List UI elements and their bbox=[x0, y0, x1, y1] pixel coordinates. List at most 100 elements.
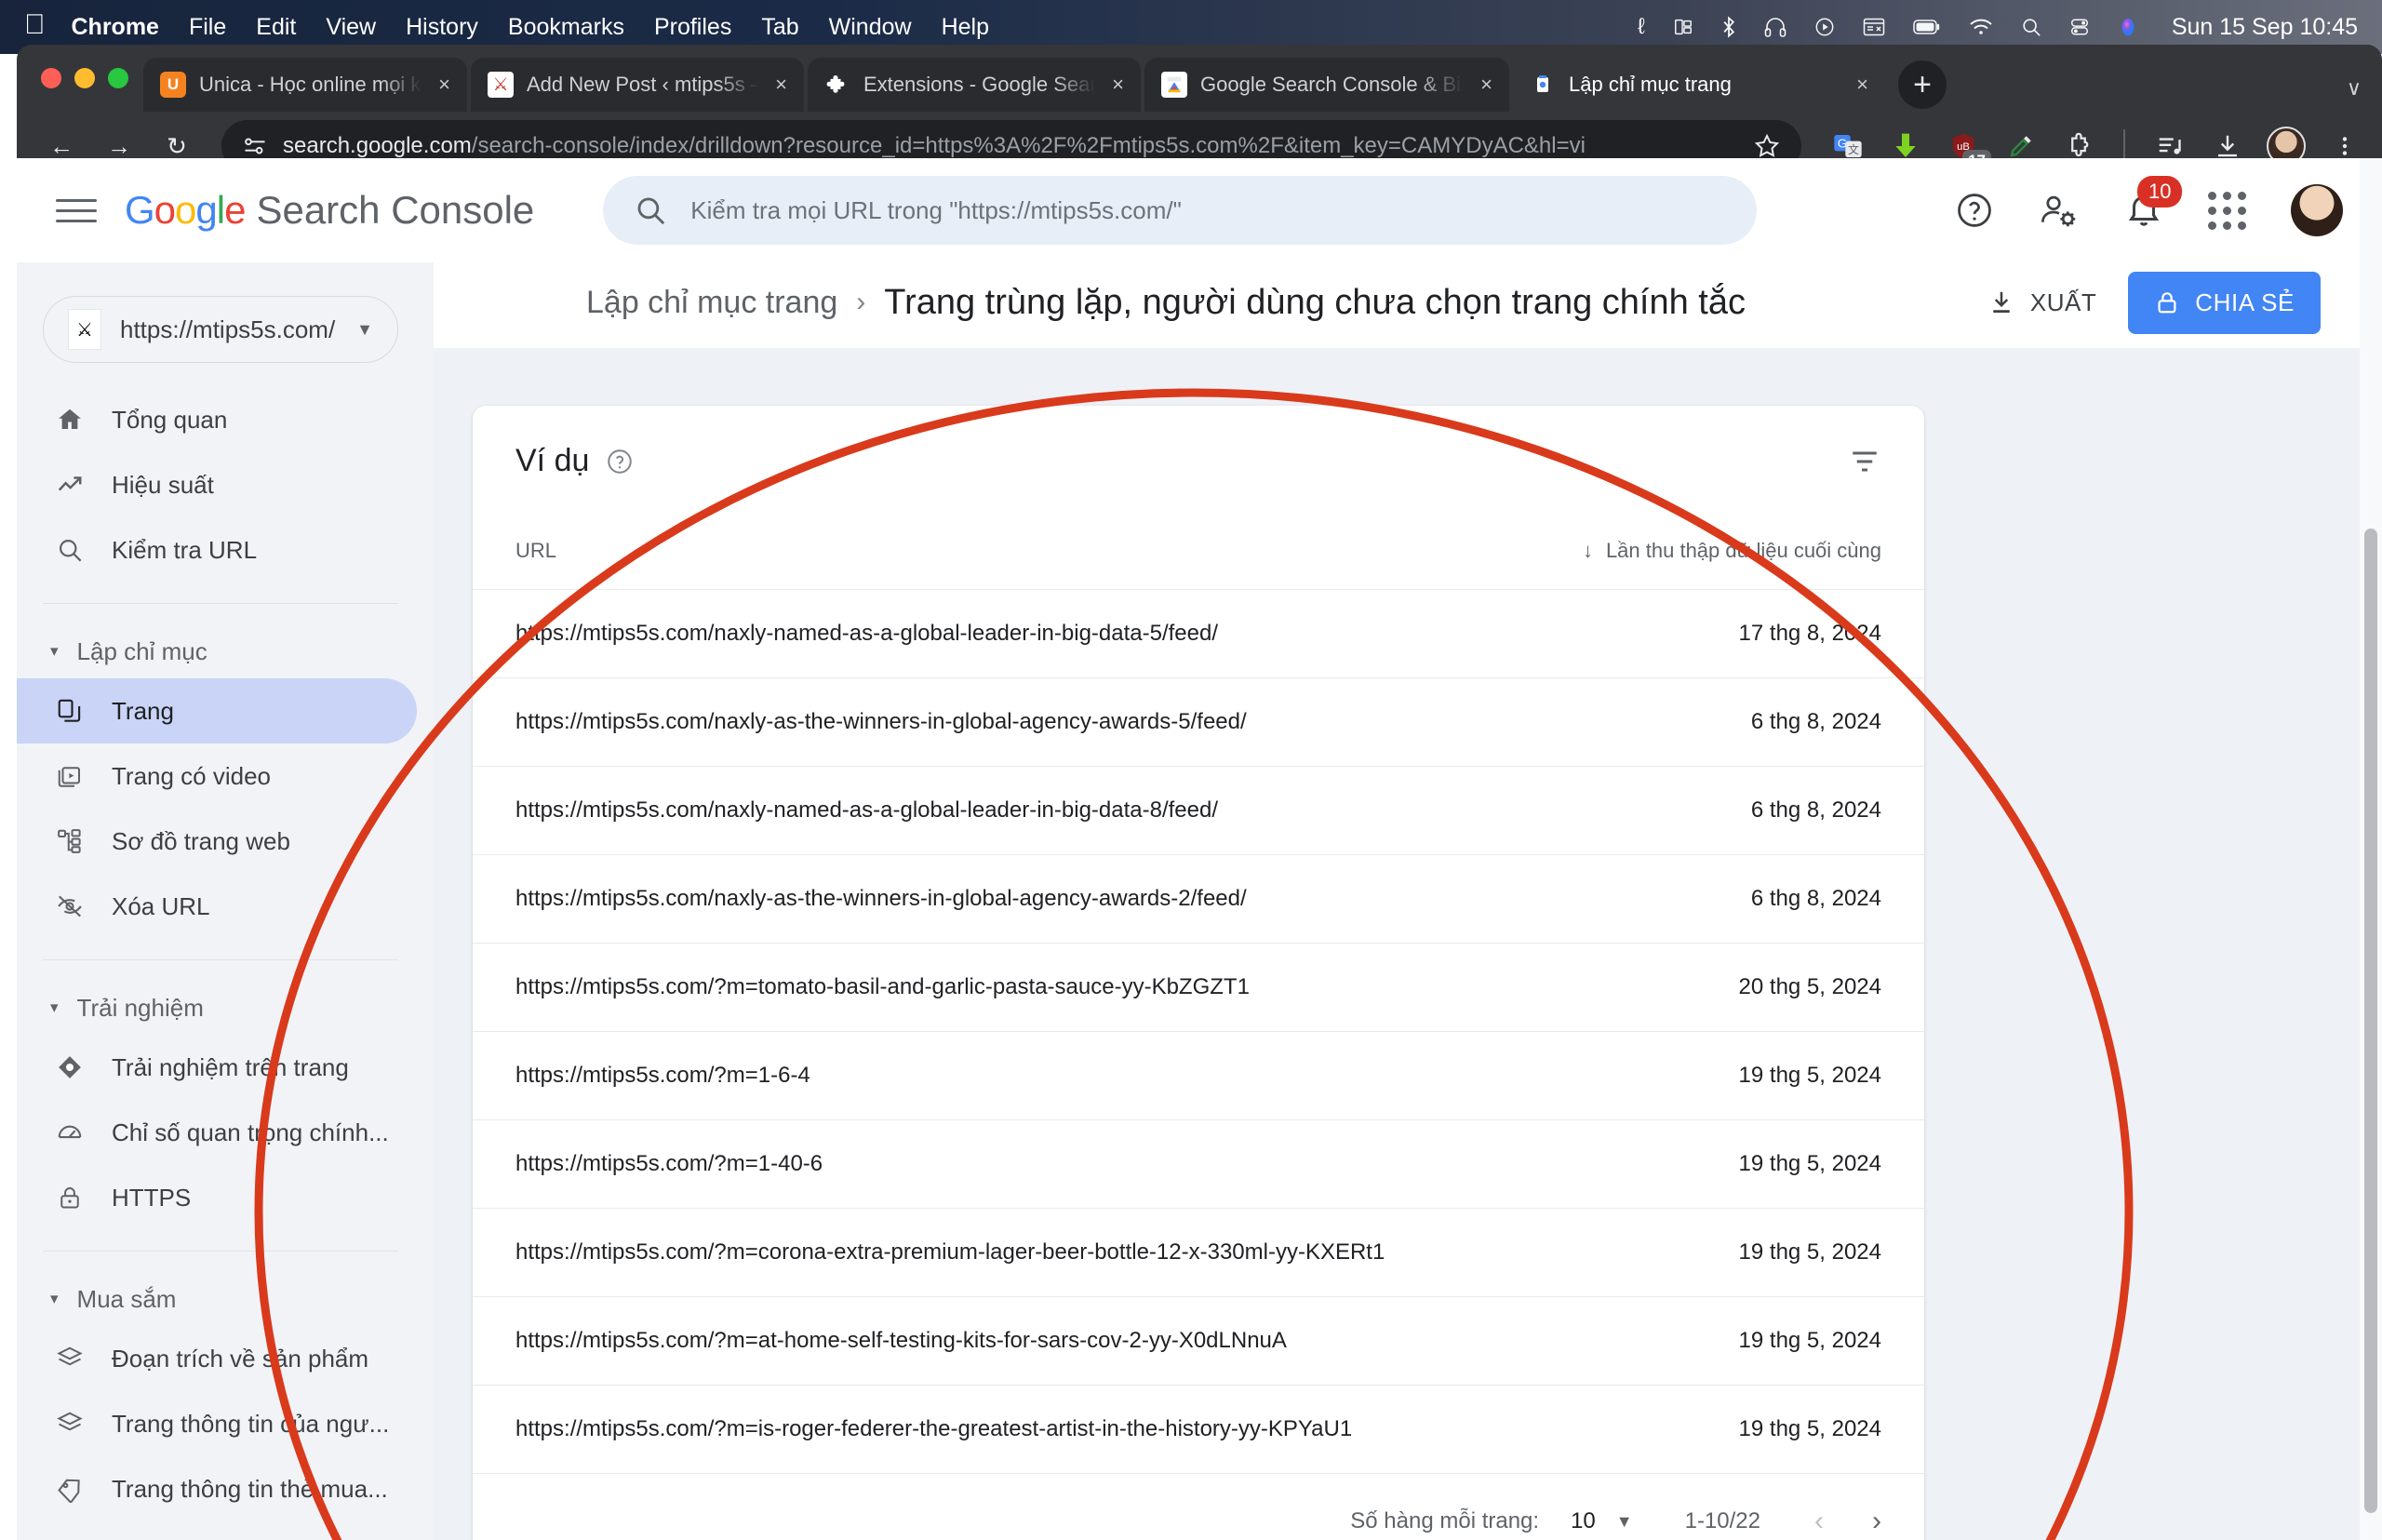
url-inspection-search-input[interactable]: Kiểm tra mọi URL trong "https://mtips5s.… bbox=[603, 176, 1758, 245]
menu-bookmarks[interactable]: Bookmarks bbox=[508, 14, 624, 41]
help-circle-icon[interactable] bbox=[1955, 191, 1994, 230]
battery-icon[interactable] bbox=[1913, 19, 1941, 35]
menu-profiles[interactable]: Profiles bbox=[654, 14, 731, 41]
bookmark-star-icon[interactable] bbox=[1753, 132, 1781, 160]
search-console-logo[interactable]: Google Search Console bbox=[125, 188, 534, 233]
sidebar-item-chi-so-quan-trong-chinh[interactable]: Chỉ số quan trọng chính... bbox=[17, 1100, 417, 1165]
share-button[interactable]: CHIA SẺ bbox=[2128, 271, 2321, 334]
menu-window[interactable]: Window bbox=[829, 14, 912, 41]
bluetooth-icon[interactable] bbox=[1721, 16, 1736, 38]
cell-url[interactable]: https://mtips5s.com/naxly-named-as-a-glo… bbox=[473, 766, 1529, 855]
notifications-bell-icon[interactable]: 10 bbox=[2124, 176, 2183, 230]
user-avatar[interactable] bbox=[2291, 184, 2343, 236]
previous-page-button[interactable]: ‹ bbox=[1814, 1506, 1824, 1537]
page-scrollbar-track[interactable] bbox=[2360, 158, 2382, 1540]
table-row[interactable]: https://mtips5s.com/?m=corona-extra-prem… bbox=[473, 1208, 1924, 1297]
site-settings-icon[interactable] bbox=[242, 133, 268, 159]
play-circle-icon[interactable] bbox=[1814, 17, 1835, 37]
cell-url[interactable]: https://mtips5s.com/?m=is-roger-federer-… bbox=[473, 1385, 1529, 1473]
table-row[interactable]: https://mtips5s.com/naxly-as-the-winners… bbox=[473, 677, 1924, 767]
menu-chrome[interactable]: Chrome bbox=[72, 14, 159, 41]
export-button[interactable]: XUẤT bbox=[1987, 288, 2096, 317]
tab-lap-chi-muc-trang[interactable]: Lập chỉ mục trang × bbox=[1513, 58, 1885, 112]
table-row[interactable]: https://mtips5s.com/?m=is-roger-federer-… bbox=[473, 1385, 1924, 1473]
chevron-down-icon[interactable]: ▼ bbox=[1616, 1512, 1633, 1532]
google-apps-grid-icon[interactable] bbox=[2208, 191, 2246, 230]
close-tab-icon[interactable]: × bbox=[1477, 73, 1496, 97]
page-scrollbar-thumb[interactable] bbox=[2364, 529, 2377, 1513]
sidebar-item-https[interactable]: HTTPS bbox=[17, 1165, 417, 1230]
menu-view[interactable]: View bbox=[326, 14, 376, 41]
close-tab-icon[interactable]: × bbox=[771, 73, 791, 97]
sidebar-item-trang-thong-tin-cua-nguoi-ban[interactable]: Trang thông tin của ngư... bbox=[17, 1391, 417, 1456]
sidebar-item-kiem-tra-url[interactable]: Kiểm tra URL bbox=[17, 517, 417, 583]
elgato-icon[interactable]: ℓ bbox=[1638, 14, 1645, 40]
rows-per-page-value[interactable]: 10 bbox=[1571, 1508, 1596, 1534]
tab-google-search-console-bing[interactable]: Google Search Console & Bing × bbox=[1144, 58, 1509, 112]
sidebar-item-so-do-trang-web[interactable]: Sơ đồ trang web bbox=[17, 809, 417, 874]
sidebar-item-trang[interactable]: Trang bbox=[17, 678, 417, 743]
menu-file[interactable]: File bbox=[189, 14, 226, 41]
sidebar-group-trai-nghiem[interactable]: ▾ Trải nghiệm bbox=[17, 981, 434, 1035]
cell-url[interactable]: https://mtips5s.com/?m=1-40-6 bbox=[473, 1119, 1529, 1209]
tab-extensions[interactable]: Extensions - Google Search Console × bbox=[808, 58, 1141, 112]
sidebar-item-trang-thong-tin-the-mua[interactable]: Trang thông tin thẻ mua... bbox=[17, 1456, 417, 1521]
cell-url[interactable]: https://mtips5s.com/naxly-as-the-winners… bbox=[473, 677, 1529, 767]
tab-add-new-post[interactable]: ⚔ Add New Post ‹ mtips5s — WordPress × bbox=[471, 58, 804, 112]
sidebar-group-mua-sam[interactable]: ▾ Mua sắm bbox=[17, 1272, 434, 1326]
left-sidebar-navigation: ⚔ https://mtips5s.com/ ▼ Tổng quan Hiệu … bbox=[17, 262, 434, 1540]
control-center-icon[interactable] bbox=[2069, 17, 2090, 37]
close-window-button[interactable] bbox=[41, 68, 61, 88]
cell-url[interactable]: https://mtips5s.com/?m=1-6-4 bbox=[473, 1031, 1529, 1120]
column-header-last-crawl[interactable]: ↓ Lần thu thập dữ liệu cuối cùng bbox=[1529, 507, 1924, 590]
filter-list-icon[interactable] bbox=[1848, 445, 1881, 478]
tab-search-chevron-icon[interactable]: ∨ bbox=[2347, 76, 2362, 100]
stage-manager-icon[interactable] bbox=[1673, 17, 1693, 37]
menu-history[interactable]: History bbox=[406, 14, 478, 41]
sidebar-item-trai-nghiem-tren-trang[interactable]: Trải nghiệm trên trang bbox=[17, 1035, 417, 1100]
maximize-window-button[interactable] bbox=[108, 68, 128, 88]
sidebar-item-xoa-url[interactable]: Xóa URL bbox=[17, 874, 417, 939]
table-row[interactable]: https://mtips5s.com/naxly-named-as-a-glo… bbox=[473, 766, 1924, 855]
table-row[interactable]: https://mtips5s.com/naxly-named-as-a-glo… bbox=[473, 589, 1924, 678]
cell-url[interactable]: https://mtips5s.com/naxly-named-as-a-glo… bbox=[473, 589, 1529, 678]
sidebar-item-hieu-suat[interactable]: Hiệu suất bbox=[17, 452, 417, 517]
close-tab-icon[interactable]: × bbox=[1853, 73, 1872, 97]
cell-url[interactable]: https://mtips5s.com/?m=tomato-basil-and-… bbox=[473, 943, 1529, 1032]
table-row[interactable]: https://mtips5s.com/naxly-as-the-winners… bbox=[473, 854, 1924, 944]
sidebar-group-lap-chi-muc[interactable]: ▾ Lập chỉ mục bbox=[17, 624, 434, 678]
menu-tab[interactable]: Tab bbox=[761, 14, 798, 41]
cell-url[interactable]: https://mtips5s.com/?m=at-home-self-test… bbox=[473, 1296, 1529, 1386]
hamburger-menu-icon[interactable] bbox=[48, 182, 104, 238]
tab-unica[interactable]: U Unica - Học online mọi kỹ năng × bbox=[143, 58, 467, 112]
account-settings-icon[interactable] bbox=[2039, 191, 2080, 230]
cell-url[interactable]: https://mtips5s.com/?m=corona-extra-prem… bbox=[473, 1208, 1529, 1297]
table-row[interactable]: https://mtips5s.com/?m=1-40-6 19 thg 5, … bbox=[473, 1119, 1924, 1209]
menu-edit[interactable]: Edit bbox=[256, 14, 296, 41]
table-row[interactable]: https://mtips5s.com/?m=tomato-basil-and-… bbox=[473, 943, 1924, 1032]
sidebar-item-tong-quan[interactable]: Tổng quan bbox=[17, 387, 417, 452]
menu-bar-clock[interactable]: Sun 15 Sep 10:45 bbox=[2172, 14, 2358, 41]
sidebar-divider bbox=[43, 603, 398, 604]
wordpress-site-logo-icon: ⚔ bbox=[488, 72, 514, 98]
spotlight-search-icon[interactable] bbox=[2021, 17, 2041, 37]
column-header-url[interactable]: URL bbox=[473, 507, 1529, 590]
table-row[interactable]: https://mtips5s.com/?m=1-6-4 19 thg 5, 2… bbox=[473, 1031, 1924, 1120]
help-circle-icon[interactable] bbox=[606, 448, 634, 475]
sidebar-item-doan-trich-ve-san-pham[interactable]: Đoạn trích về sản phẩm bbox=[17, 1326, 417, 1391]
screenshot-icon[interactable] bbox=[1863, 18, 1885, 36]
table-row[interactable]: https://mtips5s.com/?m=at-home-self-test… bbox=[473, 1296, 1924, 1386]
wifi-icon[interactable] bbox=[1969, 18, 1993, 36]
headphones-icon[interactable] bbox=[1764, 17, 1786, 37]
close-tab-icon[interactable]: × bbox=[435, 73, 454, 97]
breadcrumb-parent-link[interactable]: Lập chỉ mục trang bbox=[586, 285, 837, 321]
siri-icon[interactable] bbox=[2118, 17, 2138, 37]
apple-logo-icon[interactable]:  bbox=[24, 11, 46, 39]
menu-help[interactable]: Help bbox=[942, 14, 989, 41]
close-tab-icon[interactable]: × bbox=[1108, 73, 1128, 97]
sidebar-item-trang-co-video[interactable]: Trang có video bbox=[17, 743, 417, 809]
new-tab-button[interactable]: + bbox=[1898, 60, 1947, 109]
minimize-window-button[interactable] bbox=[74, 68, 95, 88]
cell-url[interactable]: https://mtips5s.com/naxly-as-the-winners… bbox=[473, 854, 1529, 944]
next-page-button[interactable]: › bbox=[1872, 1506, 1881, 1537]
